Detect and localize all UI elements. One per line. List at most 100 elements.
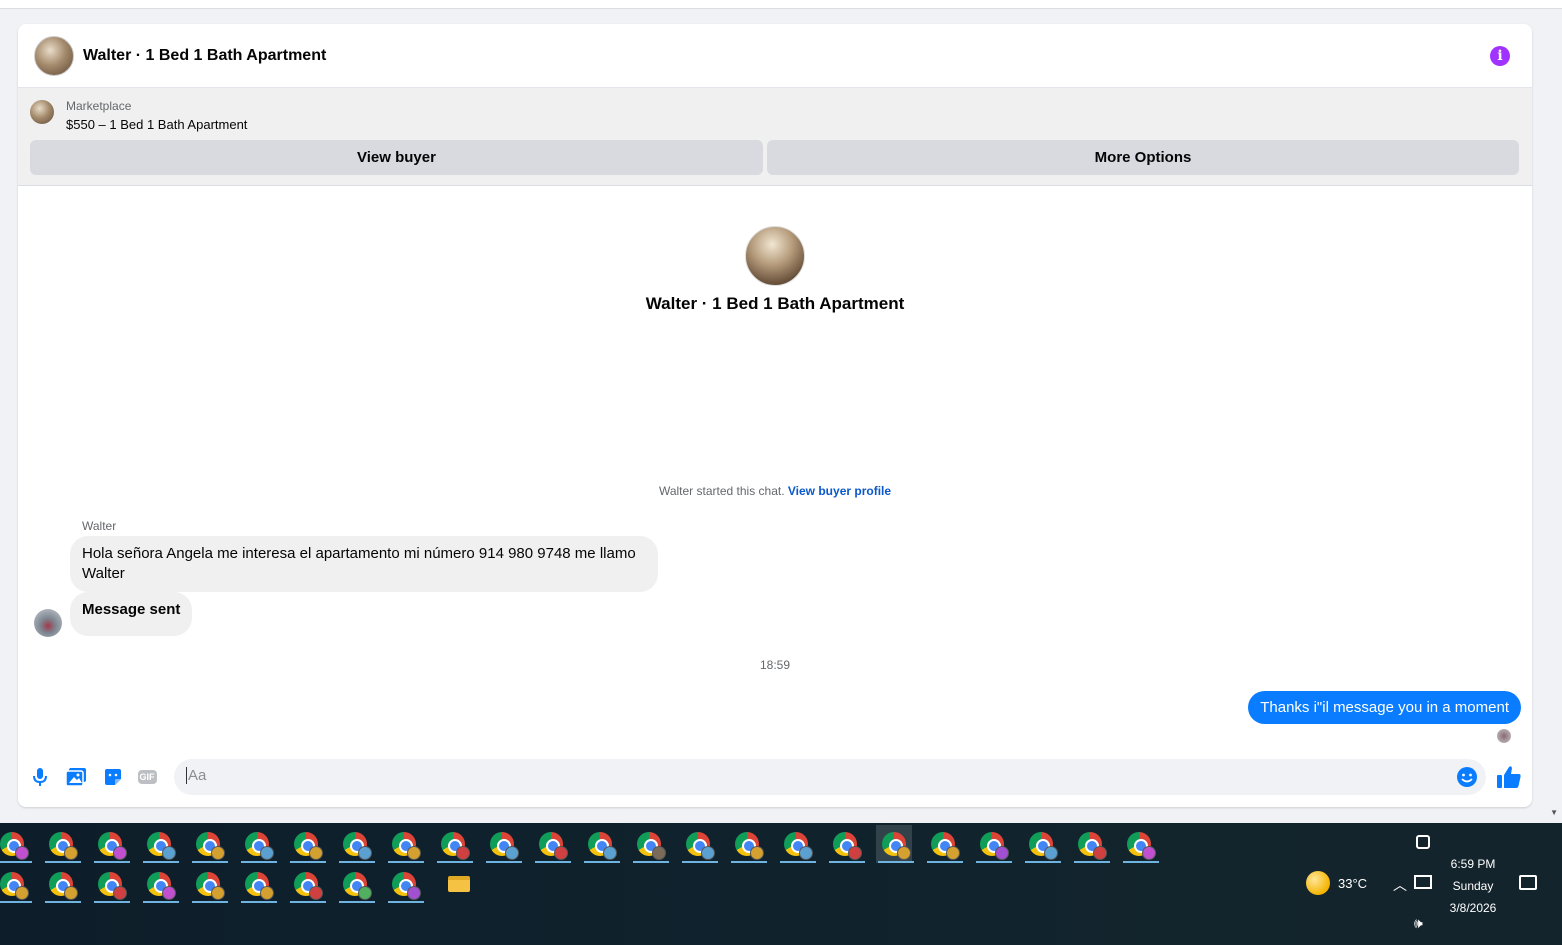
running-indicator <box>241 901 277 903</box>
running-indicator <box>192 901 228 903</box>
file-explorer-taskbar-button[interactable] <box>441 865 477 903</box>
listing-bar: Marketplace $550 – 1 Bed 1 Bath Apartmen… <box>18 88 1532 186</box>
seen-indicator-avatar <box>1497 729 1511 743</box>
thumbs-up-icon[interactable] <box>1496 764 1522 790</box>
info-icon[interactable]: i <box>1490 46 1510 66</box>
chrome-icon <box>392 832 421 860</box>
network-icon[interactable] <box>1414 875 1432 889</box>
chrome-taskbar-button[interactable] <box>533 825 571 863</box>
scroll-down-arrow[interactable]: ▼ <box>1550 808 1558 817</box>
profile-badge-icon <box>407 886 421 900</box>
chrome-taskbar-button[interactable] <box>288 865 326 903</box>
chrome-taskbar-button[interactable] <box>288 825 326 863</box>
chrome-taskbar-button[interactable] <box>43 825 81 863</box>
chat-window: Walter · 1 Bed 1 Bath Apartment i Market… <box>18 24 1532 807</box>
listing-source: Marketplace <box>66 99 132 113</box>
profile-badge-icon <box>309 886 323 900</box>
profile-badge-icon <box>456 846 470 860</box>
weather-temperature[interactable]: 33°C <box>1338 876 1367 891</box>
chrome-icon <box>0 872 29 900</box>
running-indicator <box>45 861 81 863</box>
chrome-taskbar-button[interactable] <box>435 825 473 863</box>
chrome-taskbar-button[interactable] <box>680 825 718 863</box>
chrome-taskbar-button[interactable] <box>876 825 914 863</box>
meet-now-icon[interactable] <box>1416 835 1430 849</box>
chrome-taskbar-button[interactable] <box>337 865 375 903</box>
running-indicator <box>486 861 522 863</box>
profile-badge-icon <box>162 846 176 860</box>
view-buyer-button[interactable]: View buyer <box>30 140 763 175</box>
running-indicator <box>388 861 424 863</box>
chat-title[interactable]: Walter · 1 Bed 1 Bath Apartment <box>83 47 326 65</box>
chrome-taskbar-button[interactable] <box>1023 825 1061 863</box>
profile-badge-icon <box>701 846 715 860</box>
view-buyer-profile-link[interactable]: View buyer profile <box>788 484 891 498</box>
chrome-icon <box>637 832 666 860</box>
profile-badge-icon <box>1044 846 1058 860</box>
notification-center-icon[interactable] <box>1519 875 1537 890</box>
chrome-taskbar-button[interactable] <box>141 825 179 863</box>
chrome-icon <box>49 832 78 860</box>
chrome-icon <box>98 832 127 860</box>
chrome-taskbar-button[interactable] <box>729 825 767 863</box>
profile-badge-icon <box>309 846 323 860</box>
chrome-taskbar-button[interactable] <box>925 825 963 863</box>
photo-icon[interactable] <box>65 766 87 788</box>
chrome-taskbar-button[interactable] <box>1121 825 1159 863</box>
sender-avatar[interactable] <box>34 609 62 637</box>
outgoing-message-bubble[interactable]: Thanks i"il message you in a moment <box>1248 691 1521 724</box>
emoji-icon[interactable] <box>1456 766 1478 788</box>
chrome-taskbar-button[interactable] <box>190 865 228 903</box>
chrome-taskbar-button[interactable] <box>190 825 228 863</box>
chrome-taskbar-button[interactable] <box>974 825 1012 863</box>
message-input-wrapper[interactable]: Aa <box>174 759 1486 795</box>
running-indicator <box>1074 861 1110 863</box>
chrome-taskbar-button[interactable] <box>239 825 277 863</box>
chrome-taskbar-button[interactable] <box>0 865 32 903</box>
chrome-taskbar-button[interactable] <box>631 825 669 863</box>
chrome-taskbar-button[interactable] <box>386 865 424 903</box>
running-indicator <box>192 861 228 863</box>
chrome-taskbar-button[interactable] <box>239 865 277 903</box>
chrome-taskbar-button[interactable] <box>0 825 32 863</box>
gif-label: GIF <box>137 770 157 784</box>
chrome-taskbar-button[interactable] <box>43 865 81 903</box>
chrome-taskbar-button[interactable] <box>582 825 620 863</box>
chrome-taskbar-button[interactable] <box>386 825 424 863</box>
sticker-icon[interactable] <box>102 766 124 788</box>
weather-icon[interactable] <box>1306 871 1330 895</box>
running-indicator <box>780 861 816 863</box>
running-indicator <box>584 861 620 863</box>
thread-title: Walter · 1 Bed 1 Bath Apartment <box>645 294 905 313</box>
volume-icon[interactable]: 🕪 <box>1414 915 1423 932</box>
chrome-taskbar-button[interactable] <box>778 825 816 863</box>
chrome-icon <box>882 832 911 860</box>
running-indicator <box>927 861 963 863</box>
more-options-button[interactable]: More Options <box>767 140 1519 175</box>
chrome-taskbar-button[interactable] <box>484 825 522 863</box>
profile-badge-icon <box>260 886 274 900</box>
system-clock[interactable]: 6:59 PM Sunday 3/8/2026 <box>1438 853 1508 919</box>
profile-badge-icon <box>211 846 225 860</box>
chrome-icon <box>1078 832 1107 860</box>
message-input[interactable]: Aa <box>186 767 206 784</box>
chrome-taskbar-button[interactable] <box>337 825 375 863</box>
listing-thumbnail[interactable] <box>30 100 54 124</box>
gif-icon[interactable]: GIF <box>136 766 158 788</box>
profile-badge-icon <box>1093 846 1107 860</box>
profile-badge-icon <box>505 846 519 860</box>
message-sent-bubble[interactable]: Message sent <box>70 592 193 636</box>
chrome-icon <box>833 832 862 860</box>
listing-price-title[interactable]: $550 – 1 Bed 1 Bath Apartment <box>66 117 247 132</box>
show-hidden-icons-chevron-icon[interactable]: ︿ <box>1393 875 1407 895</box>
running-indicator <box>0 861 32 863</box>
chrome-taskbar-button[interactable] <box>1072 825 1110 863</box>
chrome-taskbar-button[interactable] <box>92 825 130 863</box>
listing-avatar[interactable] <box>34 35 74 76</box>
chrome-taskbar-button[interactable] <box>92 865 130 903</box>
microphone-icon[interactable] <box>29 766 51 788</box>
incoming-message-bubble[interactable]: Hola señora Angela me interesa el aparta… <box>70 536 658 592</box>
chrome-taskbar-button[interactable] <box>141 865 179 903</box>
running-indicator <box>290 861 326 863</box>
chrome-taskbar-button[interactable] <box>827 825 865 863</box>
